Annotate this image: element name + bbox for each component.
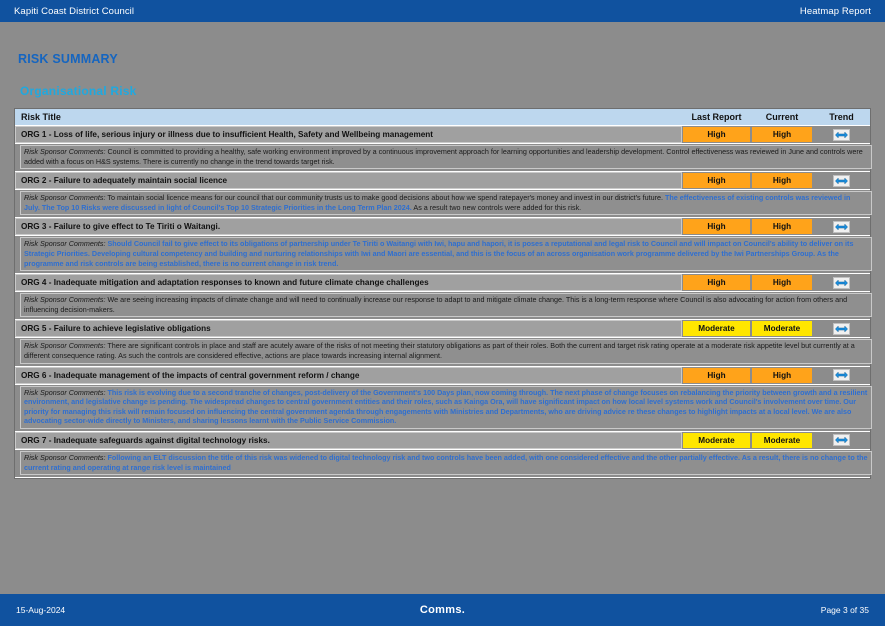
current-rating-badge: High <box>751 218 813 236</box>
trend-cell <box>813 366 870 384</box>
last-report-rating-badge: High <box>682 218 751 236</box>
subsection-title: Organisational Risk <box>20 84 137 98</box>
left-right-arrow-icon <box>833 434 850 447</box>
app-header-bar: Kapiti Coast District Council Heatmap Re… <box>0 0 885 22</box>
comment-label: Risk Sponsor Comments: <box>24 295 106 305</box>
footer-page-number: Page 3 of 35 <box>820 605 869 615</box>
last-report-rating-badge: High <box>682 172 751 190</box>
table-header-row: Risk Title Last Report Current Trend <box>15 109 870 126</box>
risk-sponsor-comment: Risk Sponsor Comments: To maintain socia… <box>20 191 872 216</box>
table-row: ORG 3 - Failure to give effect to Te Tir… <box>15 218 870 237</box>
risk-sponsor-comment: Risk Sponsor Comments: This risk is evol… <box>20 385 872 429</box>
left-right-arrow-icon <box>833 369 850 382</box>
comment-label: Risk Sponsor Comments: <box>24 387 106 397</box>
footer-brand: Comms. <box>419 604 466 616</box>
report-name: Heatmap Report <box>799 5 871 17</box>
comment-text: We are seeing increasing impacts of clim… <box>24 295 848 314</box>
risk-title-cell: ORG 7 - Inadequate safeguards against di… <box>15 431 682 449</box>
left-right-arrow-icon <box>833 174 850 187</box>
table-row: ORG 5 - Failure to achieve legislative o… <box>15 320 870 339</box>
comment-label: Risk Sponsor Comments: <box>24 147 106 156</box>
risk-title-cell: ORG 2 - Failure to adequately maintain s… <box>15 172 682 190</box>
risk-comment-row: Risk Sponsor Comments: Should Council fa… <box>15 236 872 275</box>
comment-text: Council is committed to providing a heal… <box>24 147 863 166</box>
risk-comment-row: Risk Sponsor Comments: Council is commit… <box>15 144 872 173</box>
comment-text: To maintain social licence means for our… <box>105 193 666 203</box>
comment-label: Risk Sponsor Comments: <box>24 341 106 351</box>
risk-sponsor-comment: Risk Sponsor Comments: Should Council fa… <box>20 237 872 272</box>
trend-cell <box>813 274 870 292</box>
current-rating-badge: High <box>751 126 813 143</box>
current-rating-badge: High <box>751 274 813 292</box>
table-row: ORG 4 - Inadequate mitigation and adapta… <box>15 274 870 293</box>
page-title: RISK SUMMARY <box>18 52 118 66</box>
last-report-rating-badge: High <box>682 274 751 292</box>
comment-highlight-text: Following an ELT discussion the title of… <box>24 452 868 472</box>
current-rating-badge: Moderate <box>751 431 813 449</box>
risk-title-cell: ORG 5 - Failure to achieve legislative o… <box>15 320 682 338</box>
column-header-trend: Trend <box>829 112 854 122</box>
column-header-risk-title: Risk Title <box>21 112 61 122</box>
current-rating-badge: High <box>751 366 813 384</box>
comment-highlight-text: Should Council fail to give effect to it… <box>24 239 854 268</box>
trend-cell <box>813 172 870 190</box>
risk-comment-row: Risk Sponsor Comments: We are seeing inc… <box>15 292 872 321</box>
risk-title-cell: ORG 3 - Failure to give effect to Te Tir… <box>15 218 682 236</box>
risk-comment-row: Risk Sponsor Comments: This risk is evol… <box>15 384 872 432</box>
page-footer: 15-Aug-2024 Comms. Page 3 of 35 <box>0 594 885 626</box>
comment-label: Risk Sponsor Comments: <box>24 239 106 249</box>
report-sheet: RISK SUMMARY Organisational Risk Risk Ti… <box>0 22 885 594</box>
table-row: ORG 1 - Loss of life, serious injury or … <box>15 126 870 144</box>
last-report-rating-badge: Moderate <box>682 320 751 338</box>
left-right-arrow-icon <box>833 128 850 141</box>
risk-title-cell: ORG 4 - Inadequate mitigation and adapta… <box>15 274 682 292</box>
trend-cell <box>813 218 870 236</box>
risk-sponsor-comment: Risk Sponsor Comments: There are signifi… <box>20 339 872 364</box>
trend-cell <box>813 320 870 338</box>
risk-comment-row: Risk Sponsor Comments: Following an ELT … <box>15 449 872 479</box>
risk-comment-row: Risk Sponsor Comments: There are signifi… <box>15 338 872 367</box>
current-rating-badge: Moderate <box>751 320 813 338</box>
comment-text: There are significant controls in place … <box>24 341 855 360</box>
column-header-last-report: Last Report <box>691 112 742 122</box>
table-row: ORG 6 - Inadequate management of the imp… <box>15 366 870 385</box>
last-report-rating-badge: Moderate <box>682 431 751 449</box>
comment-highlight-text: This risk is evolving due to a second tr… <box>24 387 868 426</box>
current-rating-badge: High <box>751 172 813 190</box>
risk-title-cell: ORG 1 - Loss of life, serious injury or … <box>15 126 682 143</box>
last-report-rating-badge: High <box>682 366 751 384</box>
risk-title-cell: ORG 6 - Inadequate management of the imp… <box>15 366 682 384</box>
table-row: ORG 7 - Inadequate safeguards against di… <box>15 431 870 450</box>
table-row: ORG 2 - Failure to adequately maintain s… <box>15 172 870 191</box>
risk-comment-row: Risk Sponsor Comments: To maintain socia… <box>15 190 872 219</box>
last-report-rating-badge: High <box>682 126 751 143</box>
organisation-name: Kapiti Coast District Council <box>14 5 135 17</box>
comment-label: Risk Sponsor Comments: <box>24 193 106 203</box>
risk-sponsor-comment: Risk Sponsor Comments: We are seeing inc… <box>20 293 872 318</box>
trend-cell <box>813 431 870 449</box>
risk-sponsor-comment: Risk Sponsor Comments: Following an ELT … <box>20 450 872 476</box>
left-right-arrow-icon <box>833 322 850 335</box>
left-right-arrow-icon <box>833 220 850 233</box>
column-header-current: Current <box>765 112 799 122</box>
trend-cell <box>813 126 870 143</box>
comment-label: Risk Sponsor Comments: <box>24 452 106 462</box>
risk-sponsor-comment: Risk Sponsor Comments: Council is commit… <box>20 145 872 170</box>
risk-summary-table: Risk Title Last Report Current Trend ORG… <box>14 108 872 480</box>
left-right-arrow-icon <box>833 276 850 289</box>
comment-text-continued: As a result two new controls were added … <box>411 202 582 212</box>
